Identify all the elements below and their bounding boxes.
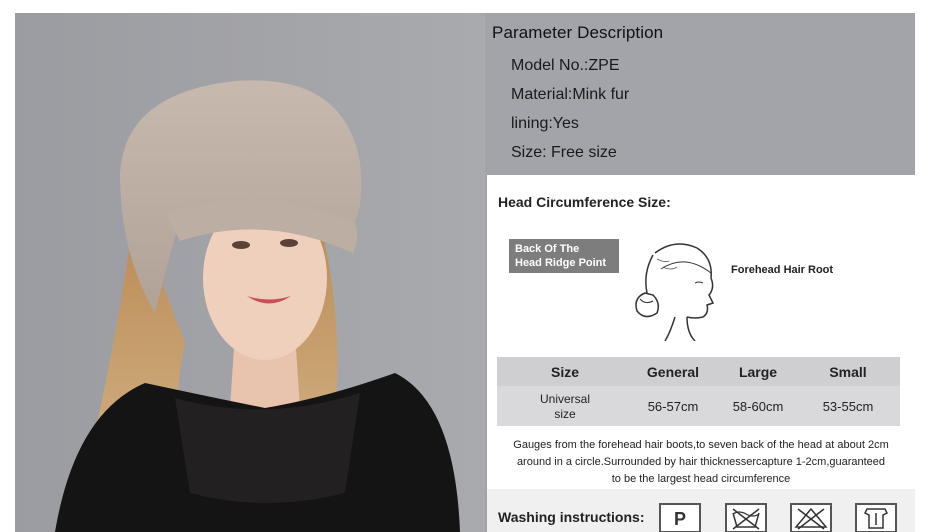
value-small: 53-55cm — [822, 398, 874, 414]
row-label: Universal size — [497, 390, 633, 422]
size-card: Head Circumference Size: Back Of The Hea… — [487, 175, 915, 532]
parameter-list: Model No.:ZPE Material:Mink fur lining:Y… — [511, 56, 629, 172]
size-table-header: Size General Large Small — [497, 357, 900, 386]
parameter-title: Parameter Description — [492, 23, 664, 42]
gauge-note-line2: around in a circle.Surrounded by hair th… — [516, 456, 886, 468]
header-large: Large — [738, 363, 778, 380]
gauge-note-line1: Gauges from the forehead hair boots,to s… — [513, 439, 889, 451]
param-lining: lining:Yes — [511, 115, 579, 132]
row-label-line1: Universal — [539, 392, 590, 406]
header-small: Small — [829, 363, 867, 380]
do-not-wash-icon — [725, 503, 767, 532]
param-size: Size: Free size — [511, 144, 617, 161]
header-general: General — [646, 363, 700, 380]
size-table: Size General Large Small Universal size … — [497, 357, 900, 426]
back-label-line2: Head Ridge Point — [515, 257, 607, 269]
forehead-label: Forehead Hair Root — [731, 264, 834, 276]
row-label-line2: size — [554, 407, 576, 421]
gauge-note: Gauges from the forehead hair boots,to s… — [503, 437, 899, 488]
back-head-label: Back Of The Head Ridge Point — [509, 239, 619, 273]
table-row: Universal size 56-57cm 58-60cm 53-55cm — [497, 386, 900, 426]
washing-title: Washing instructions: — [498, 509, 645, 525]
model-photo — [15, 13, 485, 532]
param-model: Model No.:ZPE — [511, 57, 620, 74]
head-size-title: Head Circumference Size: — [498, 194, 671, 210]
dry-clean-p-icon: P — [659, 503, 701, 532]
hang-dry-icon — [855, 503, 897, 532]
header-size: Size — [550, 363, 579, 380]
washing-section: Washing instructions: P — [487, 489, 915, 532]
do-not-bleach-icon — [790, 503, 832, 532]
param-material: Material:Mink fur — [511, 86, 630, 103]
back-label-line1: Back Of The — [515, 243, 580, 255]
value-general: 56-57cm — [647, 398, 699, 414]
head-sketch-icon — [625, 233, 725, 342]
product-panel: Parameter Description Model No.:ZPE Mate… — [15, 13, 915, 532]
gauge-note-line3: to be the largest head circumference — [611, 473, 791, 485]
p-letter: P — [674, 509, 686, 529]
value-large: 58-60cm — [732, 398, 784, 414]
